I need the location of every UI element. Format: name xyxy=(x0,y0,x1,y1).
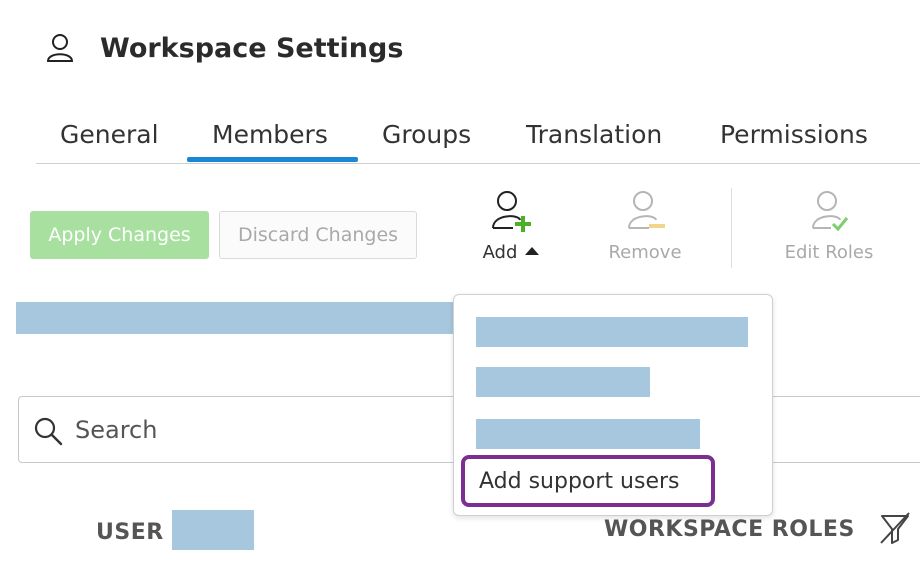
add-support-users-item[interactable]: Add support users xyxy=(461,455,715,507)
tab-general[interactable]: General xyxy=(60,120,159,149)
toolbar-divider xyxy=(731,188,732,268)
search-input[interactable] xyxy=(75,411,455,449)
tab-members[interactable]: Members xyxy=(212,120,328,149)
add-label: Add xyxy=(482,242,518,263)
active-tab-indicator xyxy=(187,157,358,162)
add-member-button[interactable]: Add xyxy=(474,188,548,263)
user-icon xyxy=(46,34,74,62)
page-header: Workspace Settings xyxy=(46,28,403,68)
page-title: Workspace Settings xyxy=(100,32,404,64)
add-user-icon xyxy=(492,191,531,232)
column-header-user[interactable]: USER xyxy=(96,520,164,545)
remove-user-icon xyxy=(628,191,665,229)
add-dropdown-menu: Add support users xyxy=(453,294,773,516)
dropdown-item-redacted[interactable] xyxy=(476,317,748,347)
discard-changes-button[interactable]: Discard Changes xyxy=(219,211,417,259)
dropdown-item-redacted[interactable] xyxy=(476,419,700,449)
filter-off-icon[interactable] xyxy=(878,510,912,546)
column-header-workspace-roles[interactable]: WORKSPACE ROLES xyxy=(604,517,855,542)
tab-translation[interactable]: Translation xyxy=(526,120,662,149)
tab-groups[interactable]: Groups xyxy=(382,120,471,149)
apply-changes-button[interactable]: Apply Changes xyxy=(30,211,209,259)
settings-tabs: General Members Groups Translation Permi… xyxy=(36,112,920,164)
tab-permissions[interactable]: Permissions xyxy=(720,120,868,149)
edit-roles-label: Edit Roles xyxy=(784,242,874,263)
dropdown-item-redacted[interactable] xyxy=(476,367,650,397)
remove-label: Remove xyxy=(608,242,682,263)
edit-roles-icon xyxy=(812,191,849,232)
redacted-user-count xyxy=(172,510,254,550)
remove-member-button[interactable]: Remove xyxy=(600,188,690,263)
edit-roles-button[interactable]: Edit Roles xyxy=(776,188,882,263)
redacted-banner xyxy=(16,302,456,334)
caret-up-icon xyxy=(525,247,540,255)
search-icon xyxy=(34,417,63,446)
